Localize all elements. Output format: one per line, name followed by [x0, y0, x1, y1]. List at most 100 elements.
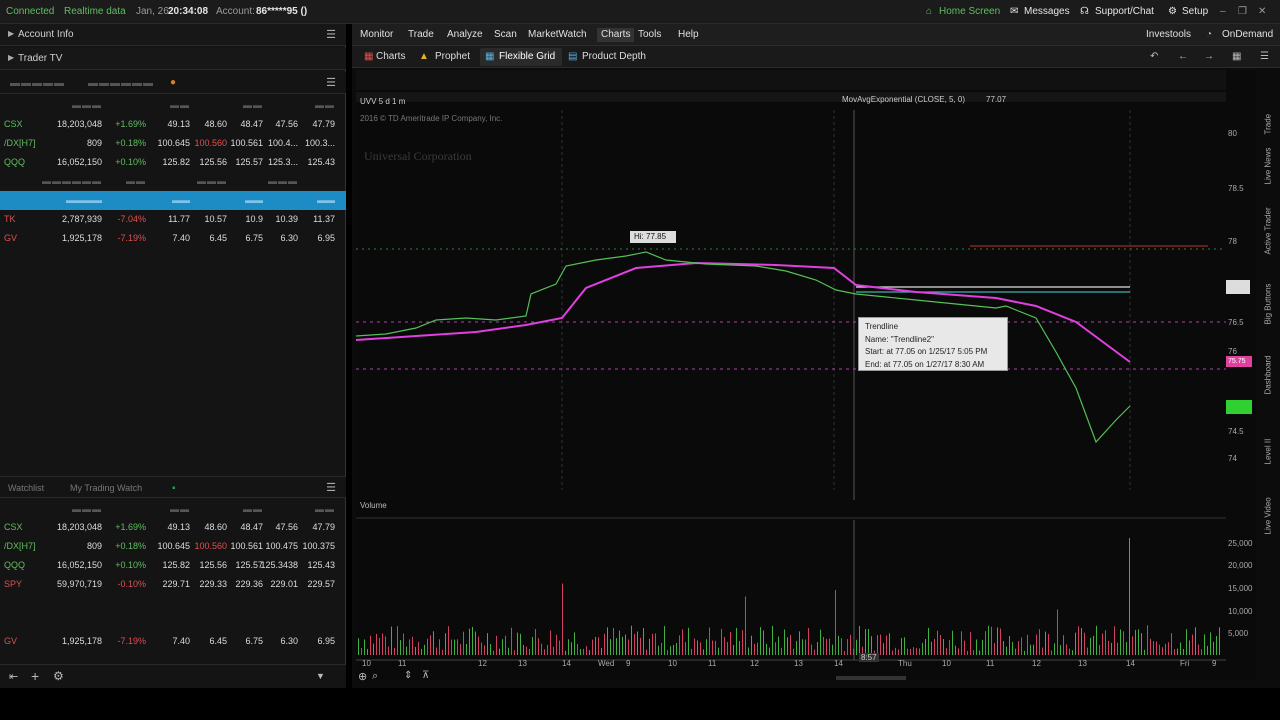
account-info-header[interactable]: ▶ Account Info ☰ — [0, 24, 346, 46]
zoom-icon[interactable]: ⌕ — [372, 670, 378, 683]
column-header[interactable]: ▬▬▬ — [72, 504, 102, 514]
crosshair-icon[interactable]: ⊕ — [358, 670, 367, 683]
menu-scan[interactable]: Scan — [494, 29, 517, 40]
column-header[interactable]: ▬▬ — [170, 504, 190, 514]
menu-icon[interactable]: ☰ — [326, 481, 336, 494]
column-header[interactable]: ▬▬▬ — [72, 100, 102, 110]
collapse-icon[interactable]: ⇤ — [9, 670, 18, 683]
sidebar-tab[interactable]: Trade — [1264, 95, 1273, 135]
charts-subtab[interactable]: Charts — [376, 51, 405, 62]
gear-icon[interactable]: ⚙ — [1168, 6, 1177, 17]
undo-icon[interactable]: ↶ — [1150, 51, 1158, 62]
sidebar-tab[interactable]: Live Video — [1264, 495, 1273, 534]
volume-bar — [484, 645, 485, 655]
dropdown-icon[interactable]: ▼ — [316, 671, 325, 681]
table-row[interactable]: /DX[H7] 809 +0.18% 100.645 100.560 100.561 100… — [0, 134, 346, 153]
drawing-tool-icon[interactable]: ⇕ — [404, 670, 412, 681]
symbol-cell[interactable]: CSX — [4, 522, 23, 532]
volume-bar — [1153, 641, 1154, 655]
blurred-tab[interactable]: ▬▬▬▬▬ — [10, 78, 65, 89]
symbol-cell[interactable]: CSX — [4, 119, 23, 129]
column-header[interactable]: ▬▬ — [170, 100, 190, 110]
investools-link[interactable]: Investools — [1146, 29, 1191, 40]
menu-analyze[interactable]: Analyze — [447, 29, 483, 40]
table-row[interactable]: GV 1,925,178 -7.19% 7.40 6.45 6.75 6.30 6.95 — [0, 632, 346, 651]
product-depth-subtab[interactable]: Product Depth — [582, 51, 646, 62]
headset-icon[interactable]: ☊ — [1080, 6, 1089, 17]
table-row[interactable]: QQQ 16,052,150 +0.10% 125.82 125.56 125.57 125… — [0, 556, 346, 575]
trader-tv-header[interactable]: ▶ Trader TV — [0, 48, 346, 70]
column-header[interactable]: ▬▬ — [243, 100, 263, 110]
blurred-cell: ▬▬▬ — [268, 176, 298, 186]
ondemand-icon[interactable]: ◔ — [1206, 29, 1212, 40]
volume-bar — [478, 636, 479, 655]
menu-help[interactable]: Help — [678, 29, 699, 40]
table-row[interactable]: ▬▬▬▬▬▬ ▬▬ ▬▬▬ ▬▬▬ — [0, 172, 346, 191]
close-icon[interactable]: ✕ — [1258, 6, 1266, 17]
volume-bar — [541, 643, 542, 655]
table-row[interactable]: /DX[H7] 809 +0.18% 100.645 100.560 100.561 100… — [0, 537, 346, 556]
menu-icon[interactable]: ☰ — [1260, 51, 1269, 62]
watchlist-tab[interactable]: Watchlist — [8, 483, 44, 493]
volume-bar — [838, 635, 839, 655]
volume-bar — [1048, 633, 1049, 655]
price-chart[interactable] — [356, 70, 1256, 680]
table-row[interactable]: CSX 18,203,048 +1.69% 49.13 48.60 48.47 47.56 4… — [0, 115, 346, 134]
sidebar-tab[interactable]: Live News — [1264, 145, 1273, 185]
prophet-subtab[interactable]: Prophet — [435, 51, 470, 62]
sidebar-tab[interactable]: Dashboard — [1264, 355, 1273, 394]
table-row[interactable]: TK 2,787,939 -7.04% 11.77 10.57 10.9 10.39 11.3… — [0, 210, 346, 229]
support-link[interactable]: Support/Chat — [1095, 6, 1154, 17]
sidebar-tab[interactable]: Active Trader — [1264, 207, 1273, 254]
scrollbar[interactable] — [836, 676, 906, 680]
table-row[interactable]: GV 1,925,178 -7.19% 7.40 6.45 6.75 6.30 6.95 — [0, 229, 346, 248]
table-row-selected[interactable]: ▬▬▬▬ ▬▬ ▬▬ ▬▬ — [0, 191, 346, 210]
volume-bar — [907, 648, 908, 655]
column-header[interactable]: ▬▬ — [243, 504, 263, 514]
forward-icon[interactable]: → — [1204, 51, 1214, 62]
menu-trade[interactable]: Trade — [408, 29, 434, 40]
menu-charts[interactable]: Charts — [597, 28, 635, 42]
table-row[interactable]: SPY 59,970,719 -0.10% 229.71 229.33 229.36 229… — [0, 575, 346, 594]
home-screen-link[interactable]: Home Screen — [939, 6, 1000, 17]
column-header[interactable]: ▬▬ — [315, 100, 335, 110]
symbol-cell[interactable]: QQQ — [4, 157, 25, 167]
maximize-icon[interactable]: ❐ — [1238, 6, 1247, 17]
setup-link[interactable]: Setup — [1182, 6, 1208, 17]
menu-monitor[interactable]: Monitor — [360, 29, 393, 40]
drawing-tool-icon[interactable]: ⊼ — [422, 670, 429, 681]
symbol-cell[interactable]: SPY — [4, 579, 22, 589]
time-tick: 12 — [478, 659, 487, 668]
symbol-cell[interactable]: /DX[H7] — [4, 541, 36, 551]
menu-tools[interactable]: Tools — [638, 29, 661, 40]
my-trading-watch-tab[interactable]: My Trading Watch — [70, 483, 142, 493]
volume-bar — [400, 640, 401, 655]
grid-layout-icon[interactable]: ▦ — [1232, 51, 1241, 62]
symbol-cell[interactable]: QQQ — [4, 560, 25, 570]
menu-marketwatch[interactable]: MarketWatch — [528, 29, 587, 40]
column-header[interactable]: ▬▬ — [315, 504, 335, 514]
add-icon[interactable]: + — [31, 668, 39, 684]
blurred-tab[interactable]: ▬▬▬▬▬▬ — [88, 78, 154, 89]
symbol-cell[interactable]: GV — [4, 636, 17, 646]
time-tick: 9 — [626, 659, 631, 668]
back-icon[interactable]: ← — [1178, 51, 1188, 62]
menu-icon[interactable]: ☰ — [326, 76, 336, 89]
gear-icon[interactable]: ⚙ — [53, 669, 64, 683]
ondemand-link[interactable]: OnDemand — [1222, 29, 1273, 40]
mail-icon[interactable]: ✉ — [1010, 6, 1018, 17]
messages-link[interactable]: Messages — [1024, 6, 1070, 17]
symbol-cell[interactable]: TK — [4, 214, 16, 224]
menu-icon[interactable]: ☰ — [326, 28, 336, 41]
table-row[interactable]: QQQ 16,052,150 +0.10% 125.82 125.56 125.57 125… — [0, 153, 346, 172]
symbol-cell[interactable]: /DX[H7] — [4, 138, 36, 148]
table-row[interactable]: CSX 18,203,048 +1.69% 49.13 48.60 48.47 47.56 4… — [0, 518, 346, 537]
flexible-grid-subtab[interactable]: Flexible Grid — [499, 51, 555, 62]
home-icon[interactable]: ⌂ — [926, 6, 932, 17]
minimize-icon[interactable]: – — [1220, 6, 1226, 17]
sidebar-tab[interactable]: Level II — [1264, 425, 1273, 465]
account-value[interactable]: 86*****95 () — [256, 6, 307, 17]
sidebar-tab[interactable]: Big Buttons — [1264, 284, 1273, 325]
symbol-cell[interactable]: GV — [4, 233, 17, 243]
chart-panel[interactable]: UVV 5 d 1 m 2016 © TD Ameritrade IP Comp… — [356, 70, 1256, 683]
